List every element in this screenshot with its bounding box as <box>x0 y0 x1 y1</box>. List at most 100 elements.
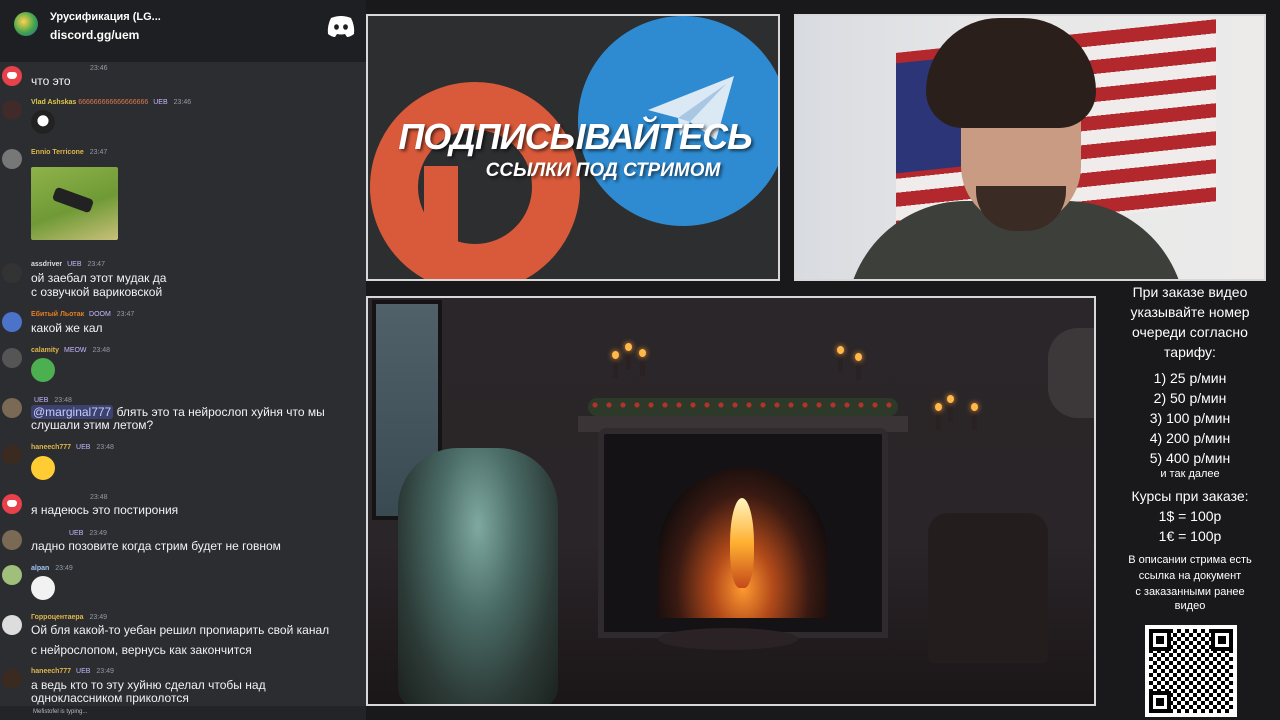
discord-logo-icon <box>327 16 355 37</box>
desc-2: ссылка на документ <box>1138 570 1242 582</box>
discord-avatar <box>2 494 22 514</box>
message-text: ой заебал этот мудак да <box>31 271 167 285</box>
message-text-line2: слушали этим летом? <box>31 418 154 432</box>
user-avatar <box>2 100 22 120</box>
user-avatar <box>2 263 22 283</box>
username[interactable]: alpan <box>31 565 49 572</box>
tariff-1: 1) 25 р/мин <box>1153 370 1227 386</box>
chat-message: assdriver UEB 23:47 ой заебал этот мудак… <box>0 258 366 302</box>
chat-message: UEB 23:49 ладно позовите когда стрим буд… <box>0 528 366 556</box>
message-time: 23:46 <box>173 99 192 106</box>
message-time: 23:47 <box>116 311 135 318</box>
username[interactable]: haneech777 <box>31 668 71 675</box>
message-text-line2: с озвучкой вариковской <box>31 285 163 299</box>
chat-message: haneech777 UEB 23:49 а ведь кто то эту х… <box>0 666 366 706</box>
server-invite-link[interactable]: discord.gg/uem <box>50 28 139 42</box>
chat-message: calamity MEOW 23:48 <box>0 344 366 386</box>
user-avatar <box>2 312 22 332</box>
user-tag: UEB <box>67 261 82 268</box>
tariff-2: 2) 50 р/мин <box>1153 390 1227 406</box>
laughing-emoji <box>31 456 55 480</box>
user-tag: MEOW <box>63 347 87 354</box>
user-avatar <box>2 149 22 169</box>
discord-chat-overlay: Урусификация (LG... discord.gg/uem 23:46… <box>0 0 366 720</box>
username-suffix: 666666666666666666 <box>78 99 149 106</box>
user-avatar <box>2 348 22 368</box>
message-time: 23:49 <box>89 614 108 621</box>
chat-message: 23:46 что это <box>0 62 366 92</box>
message-text: что это <box>31 74 71 88</box>
message-time: 23:48 <box>54 397 72 404</box>
tariff-4: 4) 200 р/мин <box>1149 430 1231 446</box>
desc-4: видео <box>1174 600 1206 612</box>
username[interactable]: calamity <box>31 347 59 354</box>
username[interactable]: haneech777 <box>31 444 71 451</box>
typing-indicator: Mefistofel is typing... <box>0 706 366 720</box>
scene-garland <box>588 398 898 416</box>
video-scene <box>366 296 1096 706</box>
patreon-logo-bar <box>424 166 458 279</box>
username[interactable]: Ennio Terricone <box>31 149 84 156</box>
typing-text: Mefistofel is typing... <box>33 709 88 715</box>
order-info-panel: При заказе видео указывайте номер очеред… <box>1100 282 1280 612</box>
user-tag: UEB <box>153 99 168 106</box>
chat-header: Урусификация (LG... discord.gg/uem <box>0 0 366 62</box>
chat-message: 23:48 я надеюсь это постирония <box>0 492 366 520</box>
rate-eur: 1€ = 100р <box>1158 528 1222 544</box>
user-mention[interactable]: @marginal777 <box>31 405 114 419</box>
chat-message: haneech777 UEB 23:48 <box>0 442 366 486</box>
chat-message: Ennio Terricone 23:47 <box>0 145 366 245</box>
penguin-emoji <box>31 110 55 134</box>
message-time: 23:48 <box>92 347 111 354</box>
message-time: 23:47 <box>89 149 108 156</box>
pepe-emoji <box>31 358 55 382</box>
user-avatar <box>2 530 22 550</box>
server-icon <box>14 12 38 36</box>
tariff-etc: и так далее <box>1160 468 1220 480</box>
rate-usd: 1$ = 100р <box>1158 508 1222 524</box>
username[interactable]: Горроцентаера <box>31 614 84 621</box>
message-time: 23:49 <box>55 565 73 572</box>
trollface-emoji <box>31 576 55 600</box>
rates-title: Курсы при заказе: <box>1131 488 1249 504</box>
desc-1: В описании стрима есть <box>1128 554 1252 566</box>
message-time: 23:47 <box>87 261 105 268</box>
user-avatar <box>2 669 22 689</box>
meme-image[interactable] <box>31 167 118 240</box>
user-tag: UEB <box>34 397 49 404</box>
chat-message: alpan 23:49 <box>0 563 366 605</box>
username[interactable]: assdriver <box>31 261 62 268</box>
message-text: я надеюсь это постирония <box>31 503 179 517</box>
message-time: 23:48 <box>96 444 114 451</box>
chat-message: Горроцентаера 23:49 Ой бля какой-то уеба… <box>0 612 366 658</box>
desc-3: с заказанными ранее <box>1135 586 1245 598</box>
message-text: блять это та нейрослоп хуйня что мы <box>116 405 325 419</box>
webcam-feed <box>794 14 1266 281</box>
stream-layout: Урусификация (LG... discord.gg/uem 23:46… <box>0 0 1280 720</box>
scene-flame <box>730 498 754 588</box>
user-avatar <box>2 398 22 418</box>
user-tag: UEB <box>76 668 91 675</box>
username[interactable]: Vlad Ashskas <box>31 99 76 106</box>
tariff-5: 5) 400 р/мин <box>1149 450 1231 466</box>
subscribe-banner: ПОДПИСЫВАЙТЕСЬ ССЫЛКИ ПОД СТРИМОМ <box>366 14 780 281</box>
scene-creature <box>398 448 558 704</box>
banner-title: ПОДПИСЫВАЙТЕСЬ <box>398 116 752 157</box>
scene-armchair <box>928 513 1048 663</box>
chat-message: Vlad Ashskas 666666666666666666 UEB 23:4… <box>0 96 366 140</box>
info-intro-3: очереди согласно <box>1132 324 1248 340</box>
discord-avatar <box>2 66 22 86</box>
info-intro-1: При заказе видео <box>1132 284 1248 300</box>
user-avatar <box>2 565 22 585</box>
qr-code <box>1145 625 1237 717</box>
info-intro-4: тарифу: <box>1164 344 1216 360</box>
scene-table <box>658 628 798 650</box>
info-intro-2: указывайте номер <box>1130 304 1250 320</box>
message-time: 23:48 <box>90 494 108 501</box>
tariff-3: 3) 100 р/мин <box>1149 410 1231 426</box>
username[interactable]: Ебитый Льотак <box>31 311 84 318</box>
chat-message: Ебитый Льотак DOOM 23:47 какой же кал <box>0 308 366 338</box>
message-time: 23:49 <box>89 530 107 537</box>
user-tag: DOOM <box>89 311 111 318</box>
message-text: какой же кал <box>31 321 103 335</box>
